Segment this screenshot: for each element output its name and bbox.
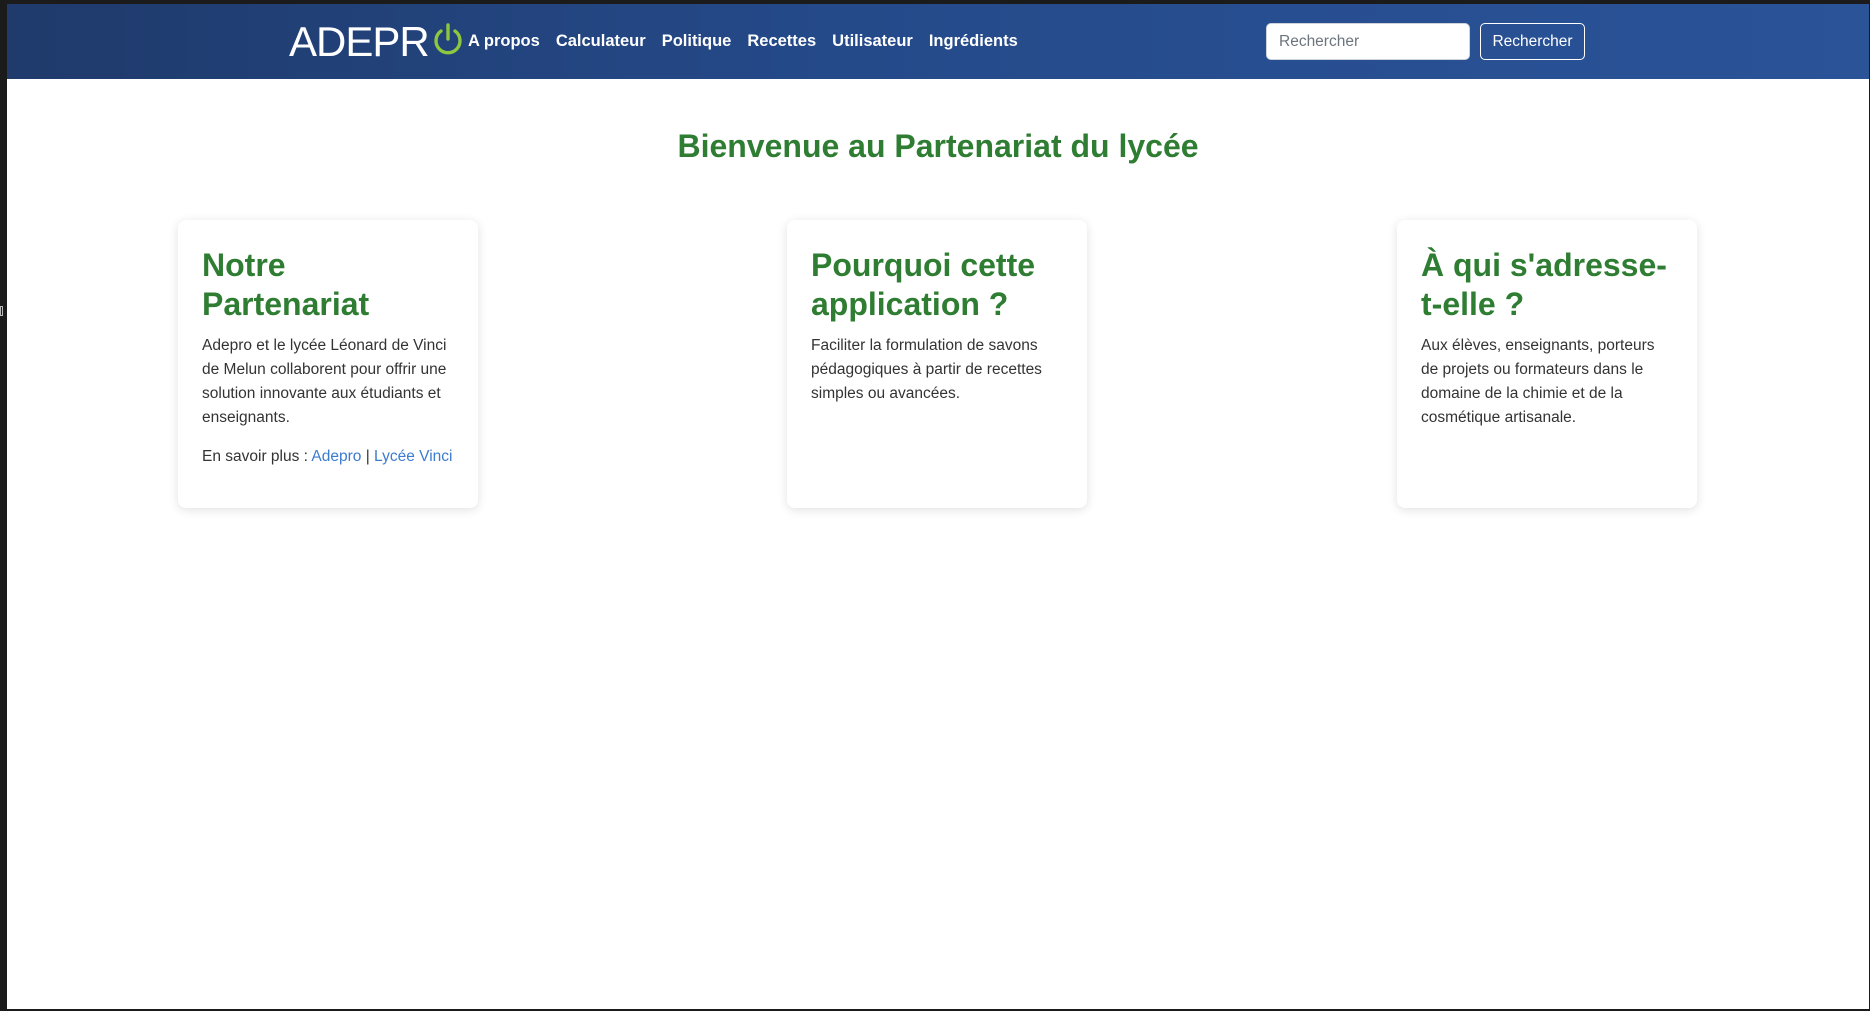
browser-viewport: ADEPR A propos Calculateur Politique Rec… [7,4,1869,1009]
link-adepro[interactable]: Adepro [311,448,361,465]
more-label: En savoir plus : [202,448,312,465]
nav-link-recettes[interactable]: Recettes [747,32,816,51]
nav-link-utilisateur[interactable]: Utilisateur [832,32,913,51]
logo-text: ADEPR [289,18,430,65]
search-button[interactable]: Rechercher [1480,23,1585,60]
card-title: À qui s'adresse-t-elle ? [1421,247,1667,322]
card-text: Faciliter la formulation de savons pédag… [811,337,1042,402]
nav-link-calculateur[interactable]: Calculateur [556,32,646,51]
card-a-qui: À qui s'adresse-t-elle ? Aux élèves, ens… [1397,220,1697,508]
window-edge-handle [0,306,3,316]
nav-links: A propos Calculateur Politique Recettes … [468,4,1034,79]
nav-link-politique[interactable]: Politique [662,32,732,51]
card-text: Aux élèves, enseignants, porteurs de pro… [1421,337,1655,426]
card-more: En savoir plus : Adepro | Lycée Vinci [202,445,454,469]
nav-link-ingredients[interactable]: Ingrédients [929,32,1018,51]
page-title: Bienvenue au Partenariat du lycée [677,128,1199,164]
card-partenariat: Notre Partenariat Adepro et le lycée Léo… [178,220,478,508]
nav-link-a-propos[interactable]: A propos [468,32,540,51]
link-separator: | [361,448,375,465]
link-lycee-vinci[interactable]: Lycée Vinci [374,448,452,465]
logo[interactable]: ADEPR [289,18,466,66]
search-input[interactable] [1266,23,1470,60]
card-pourquoi: Pourquoi cette application ? Faciliter l… [787,220,1087,508]
card-title: Pourquoi cette application ? [811,247,1036,322]
card-text: Adepro et le lycée Léonard de Vinci de M… [202,337,447,426]
navbar: ADEPR A propos Calculateur Politique Rec… [7,4,1869,79]
card-title: Notre Partenariat [202,247,370,322]
power-icon [430,22,466,63]
